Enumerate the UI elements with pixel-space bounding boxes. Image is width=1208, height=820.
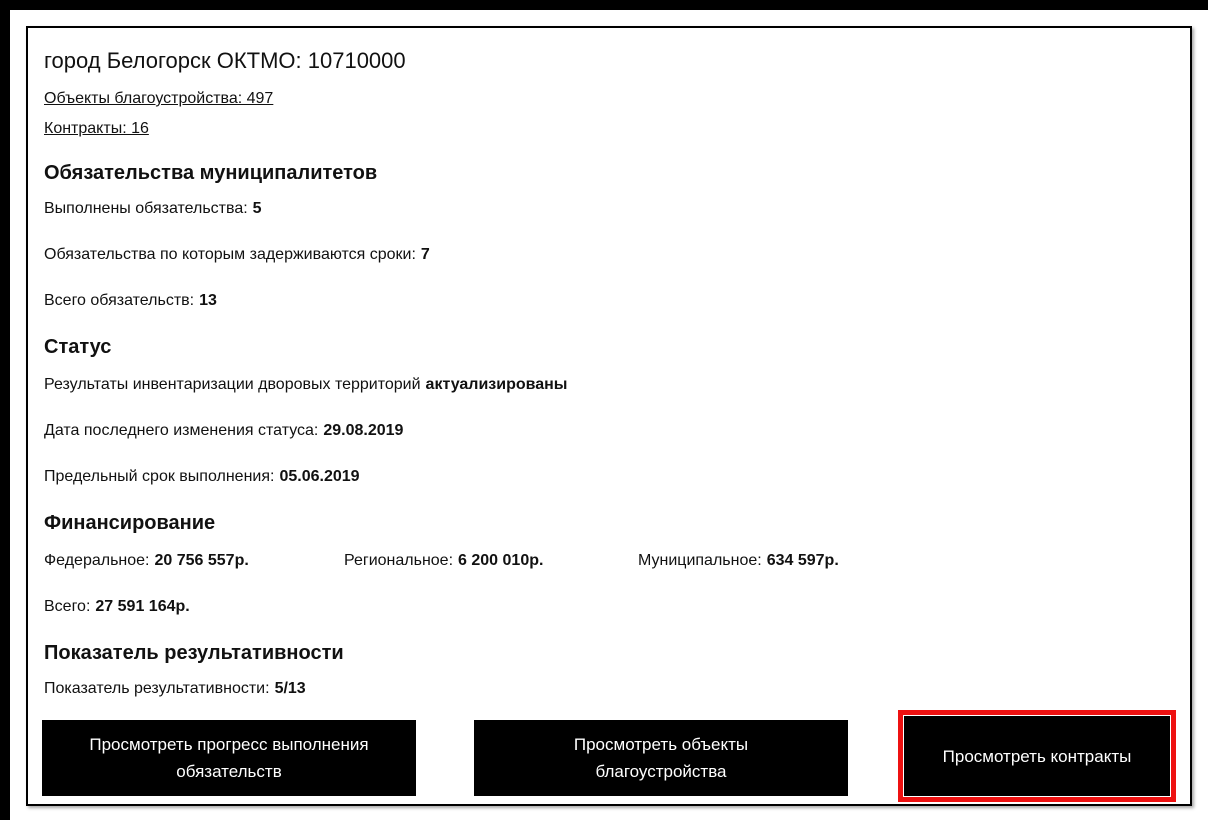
view-objects-button[interactable]: Просмотреть объекты благоустройства bbox=[474, 720, 848, 796]
total-funding-value: 27 591 164р. bbox=[95, 598, 190, 615]
city-title: город Белогорск ОКТМО: 10710000 bbox=[44, 48, 406, 73]
deadline-row: Предельный срок выполнения: 05.06.2019 bbox=[44, 468, 360, 486]
view-objects-label-line2: благоустройства bbox=[595, 762, 727, 781]
last-change-label: Дата последнего изменения статуса: bbox=[44, 422, 319, 439]
performance-value: 5/13 bbox=[274, 680, 306, 697]
status-heading: Статус bbox=[44, 336, 112, 358]
delayed-obligations-row: Обязательства по которым задерживаются с… bbox=[44, 246, 430, 264]
performance-row: Показатель результативности: 5/13 bbox=[44, 680, 306, 698]
municipal-label: Муниципальное: bbox=[638, 552, 762, 569]
regional-funding: Региональное: 6 200 010р. bbox=[344, 552, 543, 570]
funding-heading: Финансирование bbox=[44, 512, 216, 534]
regional-label: Региональное: bbox=[344, 552, 454, 569]
total-obligations-label: Всего обязательств: bbox=[44, 292, 195, 309]
last-change-value: 29.08.2019 bbox=[323, 422, 404, 439]
objects-count-link[interactable]: Объекты благоустройства: 497 bbox=[44, 90, 273, 108]
delayed-label: Обязательства по которым задерживаются с… bbox=[44, 246, 416, 263]
total-funding-label: Всего: bbox=[44, 598, 91, 615]
deadline-value: 05.06.2019 bbox=[279, 468, 360, 485]
view-progress-label-line1: Просмотреть прогресс выполнения bbox=[89, 735, 369, 754]
federal-label: Федеральное: bbox=[44, 552, 150, 569]
delayed-value: 7 bbox=[420, 246, 430, 263]
window-top-edge bbox=[0, 0, 1208, 10]
completed-label: Выполнены обязательства: bbox=[44, 200, 248, 217]
contracts-count-link[interactable]: Контракты: 16 bbox=[44, 120, 149, 138]
inventory-status-row: Результаты инвентаризации дворовых терри… bbox=[44, 376, 567, 394]
municipal-funding: Муниципальное: 634 597р. bbox=[638, 552, 839, 570]
last-change-row: Дата последнего изменения статуса: 29.08.… bbox=[44, 422, 403, 440]
inventory-label: Результаты инвентаризации дворовых терри… bbox=[44, 376, 421, 393]
view-progress-button[interactable]: Просмотреть прогресс выполнения обязател… bbox=[42, 720, 416, 796]
inventory-value: актуализированы bbox=[425, 376, 568, 393]
completed-obligations-row: Выполнены обязательства: 5 bbox=[44, 200, 262, 218]
federal-funding: Федеральное: 20 756 557р. bbox=[44, 552, 249, 570]
completed-value: 5 bbox=[252, 200, 262, 217]
deadline-label: Предельный срок выполнения: bbox=[44, 468, 275, 485]
total-obligations-row: Всего обязательств: 13 bbox=[44, 292, 217, 310]
federal-value: 20 756 557р. bbox=[154, 552, 249, 569]
performance-label: Показатель результативности: bbox=[44, 680, 270, 697]
view-contracts-highlight bbox=[898, 710, 1176, 802]
view-objects-label-line1: Просмотреть объекты bbox=[573, 735, 749, 754]
obligations-heading: Обязательства муниципалитетов bbox=[44, 162, 378, 184]
performance-heading: Показатель результативности bbox=[44, 642, 344, 664]
municipality-info-panel: город Белогорск ОКТМО: 10710000 Объекты … bbox=[26, 26, 1192, 806]
total-obligations-value: 13 bbox=[199, 292, 217, 309]
regional-value: 6 200 010р. bbox=[458, 552, 544, 569]
window-left-edge bbox=[0, 0, 10, 820]
view-progress-label-line2: обязательств bbox=[176, 762, 282, 781]
total-funding: Всего: 27 591 164р. bbox=[44, 598, 190, 616]
municipal-value: 634 597р. bbox=[766, 552, 839, 569]
